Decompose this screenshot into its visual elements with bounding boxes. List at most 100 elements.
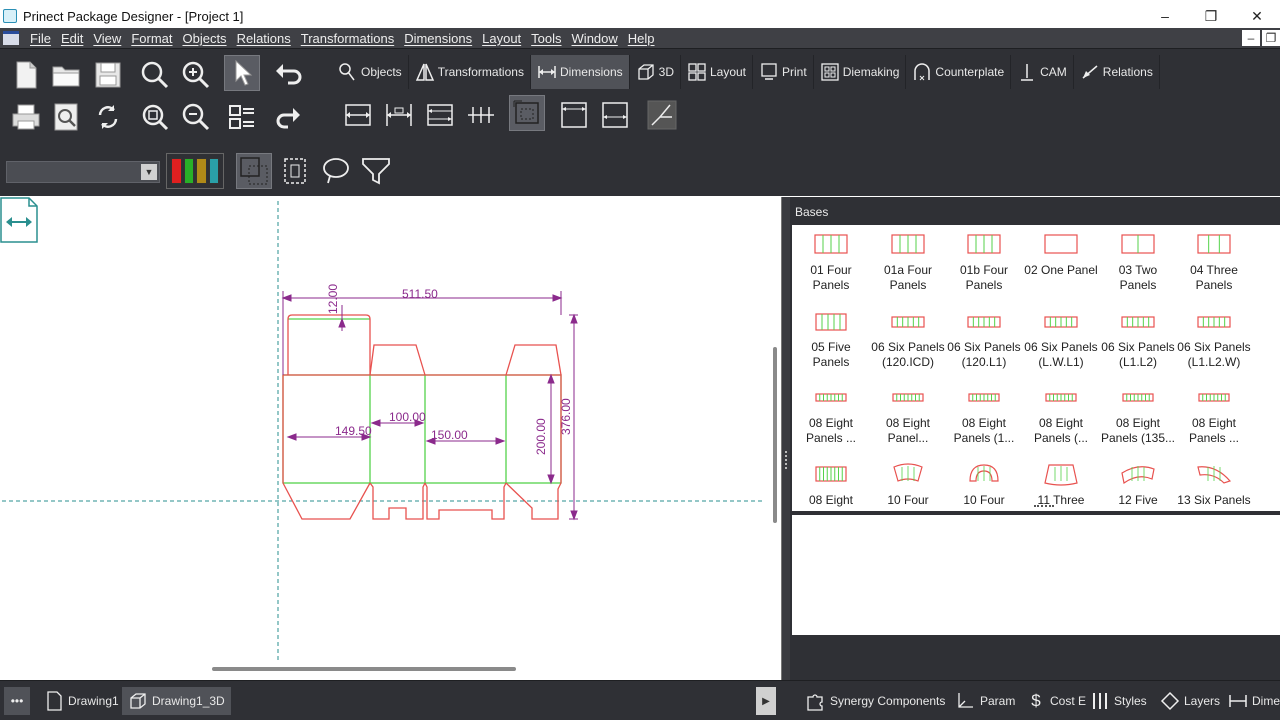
group-select-button[interactable] (236, 153, 272, 189)
tab-scroll-right-button[interactable]: ▶ (756, 687, 776, 715)
dimension-inner-button[interactable] (597, 97, 633, 133)
splitter-grip[interactable] (785, 451, 787, 469)
base-item[interactable]: 01a Four Panels (869, 231, 947, 293)
tab-layout[interactable]: Layout (681, 55, 754, 89)
menu-window[interactable]: Window (572, 31, 618, 46)
tab-counterplate[interactable]: Counterplate (906, 55, 1012, 89)
more-options-button[interactable]: ••• (4, 687, 30, 715)
tab-transformations[interactable]: Transformations (409, 55, 531, 89)
base-item[interactable]: 06 Six Panels (L.W.L1) (1022, 308, 1100, 370)
menu-tools[interactable]: Tools (531, 31, 561, 46)
menu-view[interactable]: View (93, 31, 121, 46)
tab-cost-estimation-label: Cost E (1050, 694, 1087, 708)
style-combobox[interactable]: ▼ (6, 161, 160, 183)
zoom-button[interactable] (137, 57, 173, 93)
base-item[interactable]: 05 Five Panels (792, 308, 870, 370)
refresh-button[interactable] (90, 99, 126, 135)
tab-print[interactable]: Print (753, 55, 814, 89)
base-item[interactable]: 12 Five (1099, 461, 1177, 508)
dimension-angle-button[interactable] (644, 97, 680, 133)
menu-edit[interactable]: Edit (61, 31, 83, 46)
new-document-button[interactable] (8, 57, 44, 93)
minimize-button[interactable]: – (1142, 4, 1188, 28)
tab-dimensions-panel[interactable]: Dimen (1222, 687, 1280, 715)
tab-relations[interactable]: Relations (1074, 55, 1160, 89)
undo-button[interactable] (270, 57, 306, 93)
open-folder-button[interactable] (48, 57, 84, 93)
base-item[interactable]: 10 Four (945, 461, 1023, 508)
base-item[interactable]: 08 Eight (792, 461, 870, 508)
drawing-canvas[interactable]: 511.50 12.00 149.50 100.00 150.00 200.00… (0, 197, 782, 680)
tab-cost-estimation[interactable]: $ Cost E (1020, 687, 1092, 715)
dimension-ordinate-button[interactable] (463, 97, 499, 133)
zoom-in-button[interactable] (178, 57, 214, 93)
base-item[interactable]: 06 Six Panels (L1.L2.W) (1175, 308, 1253, 370)
tab-layers[interactable]: Layers (1154, 687, 1226, 715)
maximize-button[interactable]: ❐ (1188, 4, 1234, 28)
tab-dimensions-panel-label: Dimen (1252, 694, 1280, 708)
tab-dimensions[interactable]: Dimensions (530, 55, 630, 89)
horizontal-splitter-grip[interactable] (1034, 505, 1054, 507)
menu-relations[interactable]: Relations (237, 31, 291, 46)
base-item[interactable]: 08 Eight Panels (... (1022, 384, 1100, 446)
dimension-auto-button[interactable] (509, 95, 545, 131)
grid-view-button[interactable] (224, 99, 260, 135)
menu-objects[interactable]: Objects (182, 31, 226, 46)
menu-transformations[interactable]: Transformations (301, 31, 394, 46)
base-item[interactable]: 08 Eight Panels (1... (945, 384, 1023, 446)
base-item[interactable]: 02 One Panel (1022, 231, 1100, 278)
line-color-button[interactable] (166, 153, 224, 189)
chevron-down-icon[interactable]: ▼ (141, 164, 157, 180)
menu-format[interactable]: Format (131, 31, 172, 46)
tab-styles[interactable]: Styles (1084, 687, 1153, 715)
print-preview-button[interactable] (48, 99, 84, 135)
base-item[interactable]: 08 Eight Panel... (869, 384, 947, 446)
base-item[interactable]: 06 Six Panels (120.ICD) (869, 308, 947, 370)
select-tool-button[interactable] (224, 55, 260, 91)
menu-file[interactable]: File (30, 31, 51, 46)
base-item[interactable]: 01 Four Panels (792, 231, 870, 293)
base-item[interactable]: 01b Four Panels (945, 231, 1023, 293)
dimension-chain-button[interactable] (381, 97, 417, 133)
base-item[interactable]: 11 Three (1022, 461, 1100, 508)
base-item[interactable]: 08 Eight Panels ... (1175, 384, 1253, 446)
base-item[interactable]: 08 Eight Panels ... (792, 384, 870, 446)
base-item[interactable]: 10 Four (869, 461, 947, 508)
dimension-horizontal-button[interactable] (340, 97, 376, 133)
tab-3d[interactable]: 3D (630, 55, 681, 89)
base-item[interactable]: 13 Six Panels (1175, 461, 1253, 508)
tab-param[interactable]: Param (950, 687, 1021, 715)
base-item[interactable]: 04 Three Panels (1175, 231, 1253, 293)
dimension-baseline-button[interactable] (422, 97, 458, 133)
zoom-out-button[interactable] (178, 99, 214, 135)
tab-3d-label: 3D (658, 65, 674, 79)
base-item[interactable]: 06 Six Panels (120.L1) (945, 308, 1023, 370)
lasso-select-button[interactable] (318, 153, 354, 189)
vertical-scrollbar[interactable] (773, 347, 777, 523)
panel-splitter[interactable] (782, 197, 790, 680)
base-item[interactable]: 06 Six Panels (L1.L2) (1099, 308, 1177, 370)
base-item[interactable]: 03 Two Panels (1099, 231, 1177, 293)
filter-button[interactable] (358, 153, 394, 189)
tab-cam[interactable]: CAM (1011, 55, 1074, 89)
redo-button[interactable] (270, 99, 306, 135)
tab-drawing1[interactable]: Drawing1 (38, 687, 125, 715)
menu-layout[interactable]: Layout (482, 31, 521, 46)
menu-help[interactable]: Help (628, 31, 655, 46)
mdi-minimize-button[interactable]: – (1242, 30, 1260, 46)
frame-select-button[interactable] (277, 153, 313, 189)
base-item[interactable]: 08 Eight Panels (135... (1099, 384, 1177, 446)
tab-objects[interactable]: Objects (332, 55, 409, 89)
zoom-fit-button[interactable] (137, 99, 173, 135)
tab-drawing1-3d[interactable]: Drawing1_3D (122, 687, 231, 715)
menu-dimensions[interactable]: Dimensions (404, 31, 472, 46)
save-button[interactable] (90, 57, 126, 93)
document-system-menu-icon[interactable] (3, 31, 19, 45)
close-button[interactable]: ✕ (1234, 4, 1280, 28)
tab-synergy-components[interactable]: Synergy Components (800, 687, 951, 715)
tab-diemaking[interactable]: Diemaking (814, 55, 907, 89)
print-button[interactable] (8, 99, 44, 135)
dimension-box-button[interactable] (556, 97, 592, 133)
horizontal-scrollbar[interactable] (212, 667, 516, 671)
mdi-restore-button[interactable]: ❐ (1262, 30, 1280, 46)
